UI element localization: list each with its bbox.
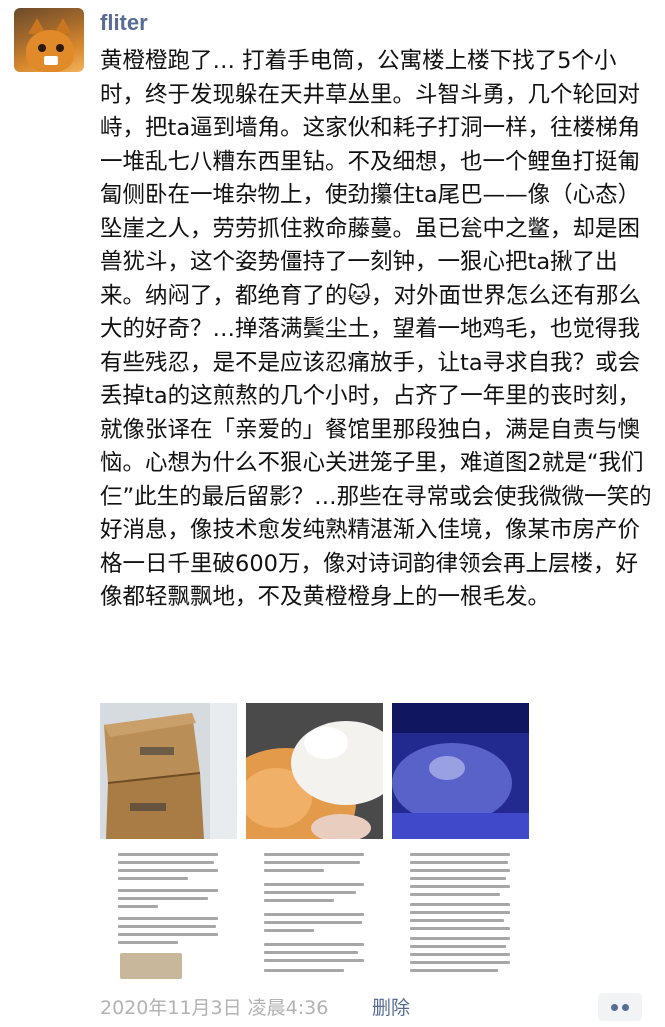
more-dots-icon <box>622 1004 629 1011</box>
delete-link[interactable]: 删除 <box>372 993 410 1020</box>
photo-cardboard-boxes[interactable] <box>100 703 237 839</box>
photo-two-cats[interactable] <box>246 703 383 839</box>
username[interactable]: fliter <box>100 10 148 36</box>
more-dots-icon <box>611 1004 618 1011</box>
avatar[interactable] <box>14 8 84 72</box>
photo-text-screenshot-3[interactable] <box>392 845 529 982</box>
cat-eye-right <box>56 44 64 52</box>
cardboard-boxes-photo <box>100 703 237 839</box>
cat-tag <box>44 56 58 65</box>
photo-text-screenshot-2[interactable] <box>246 845 383 982</box>
two-cats-photo <box>246 703 383 839</box>
more-actions-button[interactable] <box>598 993 642 1021</box>
post-timestamp: 2020年11月3日 凌晨4:36 <box>100 997 329 1019</box>
photo-cat-blue-light[interactable] <box>392 703 529 839</box>
cat-face <box>26 30 74 72</box>
photo-text-screenshot-1[interactable] <box>100 845 237 982</box>
cat-eye-left <box>38 44 46 52</box>
post-text: 黄橙橙跑了… 打着手电筒，公寓楼上楼下找了5个小时，终于发现躲在天井草丛里。斗智… <box>100 48 652 610</box>
cat-under-blue-light-photo <box>392 703 529 839</box>
